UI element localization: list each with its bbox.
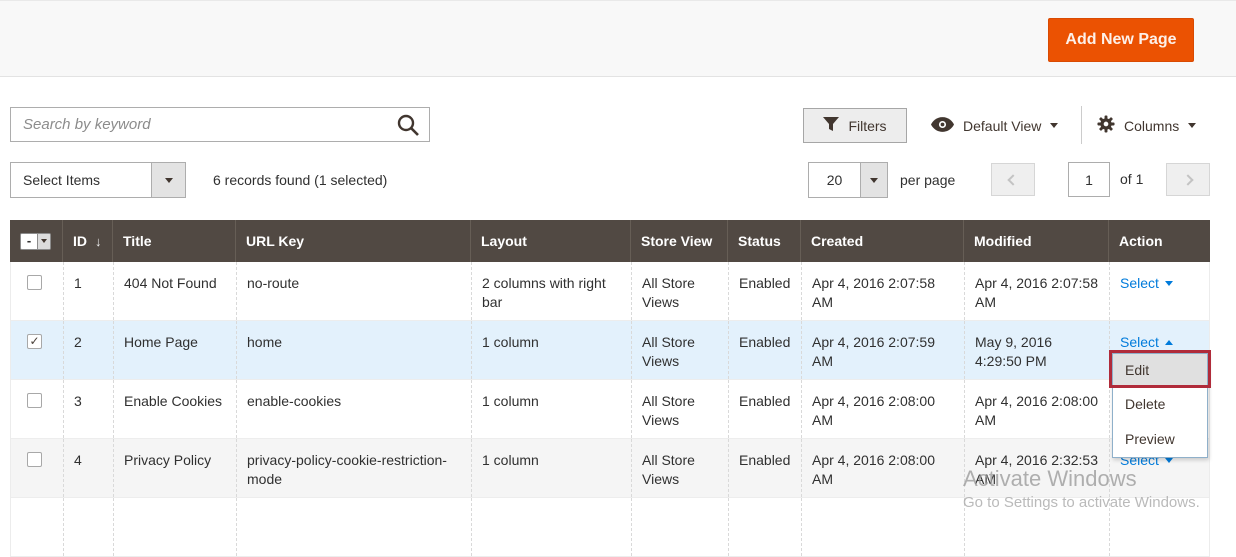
- cell-created: Apr 4, 2016 2:08:00 AM: [801, 380, 964, 438]
- toolbar-divider: [1081, 106, 1082, 144]
- cell-url-key: privacy-policy-cookie-restriction-mode: [236, 439, 471, 497]
- select-all-checkbox[interactable]: -: [21, 234, 37, 249]
- column-header-action: Action: [1108, 220, 1210, 262]
- view-switcher-label: Default View: [963, 118, 1041, 134]
- previous-page-button[interactable]: [991, 163, 1035, 196]
- cell-id: 4: [63, 439, 113, 497]
- search-icon[interactable]: [393, 113, 423, 137]
- gear-icon: [1097, 115, 1115, 136]
- cell-url-key: home: [236, 321, 471, 379]
- select-action-link[interactable]: Select: [1120, 274, 1173, 293]
- activate-windows-hint: Go to Settings to activate Windows.: [963, 494, 1200, 511]
- columns-control[interactable]: Columns: [1097, 108, 1196, 143]
- select-action-link-open[interactable]: Select: [1120, 333, 1173, 352]
- row-checkbox[interactable]: [27, 393, 42, 408]
- cell-layout: 2 columns with right bar: [471, 262, 631, 320]
- activate-windows-watermark: Activate Windows: [963, 466, 1137, 492]
- cell-title: Enable Cookies: [113, 380, 236, 438]
- search-input[interactable]: [11, 108, 429, 141]
- menu-item-delete[interactable]: Delete: [1113, 387, 1207, 422]
- column-header-status[interactable]: Status: [727, 220, 800, 262]
- cell-store-view: All Store Views: [631, 439, 728, 497]
- filters-button[interactable]: Filters: [803, 108, 907, 143]
- mass-action-caret[interactable]: [151, 163, 185, 197]
- chevron-left-icon: [1007, 174, 1018, 185]
- select-all-caret[interactable]: [37, 234, 50, 249]
- chevron-down-icon: [1050, 123, 1058, 128]
- cell-created: Apr 4, 2016 2:07:59 AM: [801, 321, 964, 379]
- column-header-title[interactable]: Title: [112, 220, 235, 262]
- cell-layout: 1 column: [471, 439, 631, 497]
- column-header-created[interactable]: Created: [800, 220, 963, 262]
- cell-id: 2: [63, 321, 113, 379]
- cell-layout: 1 column: [471, 321, 631, 379]
- row-checkbox-checked[interactable]: ✓: [27, 334, 42, 349]
- mass-action-label: Select Items: [11, 163, 151, 197]
- cell-created: Apr 4, 2016 2:07:58 AM: [801, 262, 964, 320]
- cell-id: 3: [63, 380, 113, 438]
- row-checkbox[interactable]: [27, 275, 42, 290]
- add-new-page-button[interactable]: Add New Page: [1048, 18, 1194, 62]
- cell-layout: 1 column: [471, 380, 631, 438]
- cell-status: Enabled: [728, 321, 801, 379]
- records-count: 6 records found (1 selected): [213, 162, 387, 198]
- funnel-icon: [823, 117, 839, 134]
- eye-icon: [931, 117, 954, 135]
- action-dropdown-menu: Edit Delete Preview: [1112, 353, 1208, 458]
- mass-action-select[interactable]: Select Items: [10, 162, 186, 198]
- cell-status: Enabled: [728, 380, 801, 438]
- cell-modified: Apr 4, 2016 2:07:58 AM: [964, 262, 1109, 320]
- cell-store-view: All Store Views: [631, 321, 728, 379]
- cell-store-view: All Store Views: [631, 380, 728, 438]
- total-pages-label: of 1: [1120, 162, 1143, 197]
- menu-item-preview[interactable]: Preview: [1113, 422, 1207, 457]
- filters-label: Filters: [848, 118, 886, 134]
- sort-descending-icon: ↓: [95, 234, 102, 249]
- select-all-header-cell: -: [10, 220, 62, 262]
- cell-modified: May 9, 2016 4:29:50 PM: [964, 321, 1109, 379]
- cell-url-key: enable-cookies: [236, 380, 471, 438]
- per-page-caret[interactable]: [860, 163, 887, 197]
- cell-store-view: All Store Views: [631, 262, 728, 320]
- chevron-down-icon: [1165, 281, 1173, 286]
- view-switcher[interactable]: Default View: [931, 108, 1058, 143]
- cell-status: Enabled: [728, 439, 801, 497]
- chevron-right-icon: [1182, 174, 1193, 185]
- cell-id: 1: [63, 262, 113, 320]
- keyword-search: [10, 107, 430, 142]
- row-checkbox[interactable]: [27, 452, 42, 467]
- cell-created: Apr 4, 2016 2:08:00 AM: [801, 439, 964, 497]
- per-page-label: per page: [900, 162, 955, 198]
- table-row[interactable]: 1 404 Not Found no-route 2 columns with …: [10, 262, 1210, 321]
- column-header-modified[interactable]: Modified: [963, 220, 1108, 262]
- menu-item-edit[interactable]: Edit: [1113, 354, 1207, 387]
- cell-title: Privacy Policy: [113, 439, 236, 497]
- chevron-down-icon: [1188, 123, 1196, 128]
- per-page-select[interactable]: 20: [808, 162, 888, 198]
- column-header-layout[interactable]: Layout: [470, 220, 630, 262]
- chevron-down-icon: [1165, 458, 1173, 463]
- cell-url-key: no-route: [236, 262, 471, 320]
- per-page-value: 20: [809, 163, 860, 197]
- cell-title: 404 Not Found: [113, 262, 236, 320]
- column-header-id[interactable]: ID ↓: [62, 220, 112, 262]
- next-page-button[interactable]: [1166, 163, 1210, 196]
- columns-control-label: Columns: [1124, 118, 1179, 134]
- column-header-store-view[interactable]: Store View: [630, 220, 727, 262]
- grid-header-row: - ID ↓ Title URL Key Layout Store View S…: [10, 220, 1210, 262]
- cell-title: Home Page: [113, 321, 236, 379]
- table-row[interactable]: 3 Enable Cookies enable-cookies 1 column…: [10, 380, 1210, 439]
- column-header-url-key[interactable]: URL Key: [235, 220, 470, 262]
- current-page-input[interactable]: [1068, 162, 1110, 197]
- select-all-dropdown[interactable]: -: [20, 233, 51, 250]
- table-row[interactable]: ✓ 2 Home Page home 1 column All Store Vi…: [10, 321, 1210, 380]
- cell-modified: Apr 4, 2016 2:08:00 AM: [964, 380, 1109, 438]
- chevron-up-icon: [1165, 340, 1173, 345]
- cell-status: Enabled: [728, 262, 801, 320]
